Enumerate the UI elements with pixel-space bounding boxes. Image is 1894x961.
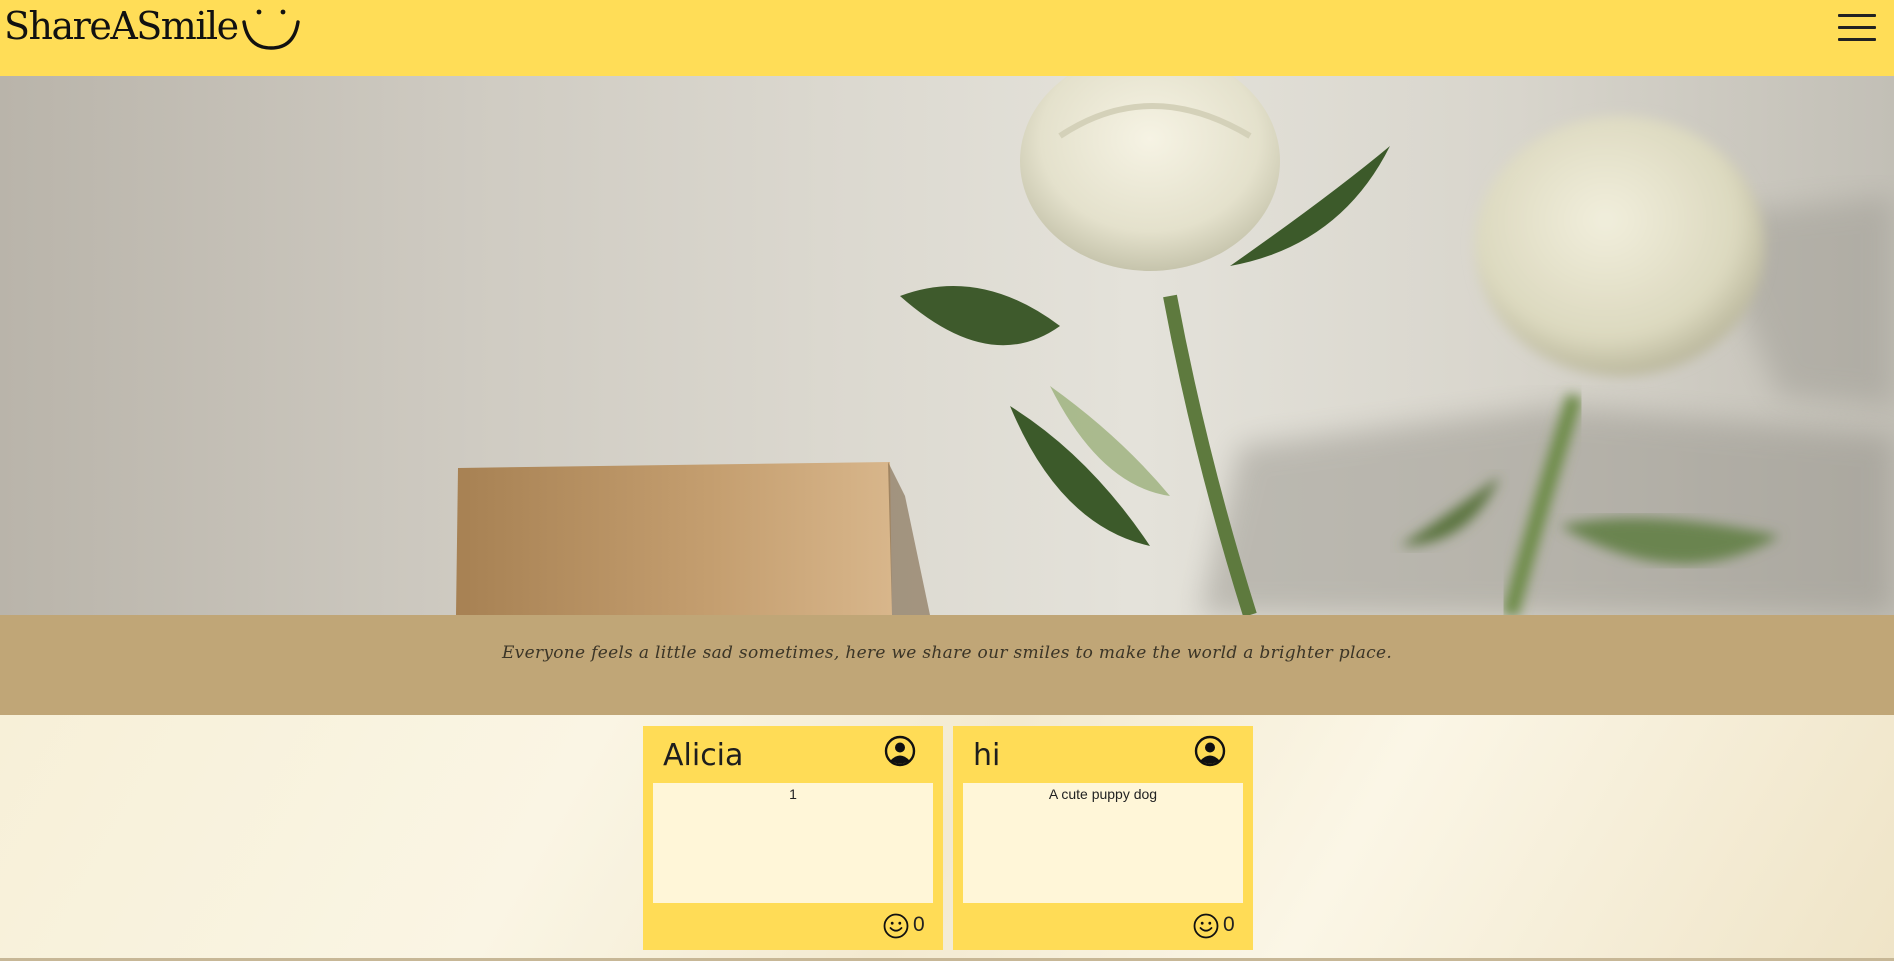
smile-count: 0 — [1223, 913, 1235, 936]
card-message: A cute puppy dog — [963, 783, 1243, 903]
smile-icon[interactable] — [1193, 913, 1219, 939]
hero-image — [0, 76, 1894, 615]
hero-illustration — [456, 76, 1894, 615]
smile-card: hi A cute puppy dog 0 — [953, 726, 1253, 950]
site-header: ShareASmile — [0, 0, 1894, 76]
tagline-banner: Everyone feels a little sad sometimes, h… — [0, 615, 1894, 715]
smile-icon[interactable] — [883, 913, 909, 939]
user-circle-icon[interactable] — [1194, 735, 1226, 767]
card-message: 1 — [653, 783, 933, 903]
smile-count: 0 — [913, 913, 925, 936]
tagline-text: Everyone feels a little sad sometimes, h… — [501, 643, 1393, 663]
card-author-name: Alicia — [663, 738, 744, 773]
logo[interactable]: ShareASmile — [4, 0, 302, 52]
smile-icon — [241, 9, 300, 50]
hamburger-menu-icon[interactable] — [1838, 12, 1876, 44]
logo-text: ShareASmile — [4, 4, 239, 48]
smile-card: Alicia 1 0 — [643, 726, 943, 950]
smiles-section: Alicia 1 0 hi A cute puppy dog 0 — [0, 715, 1894, 961]
user-circle-icon[interactable] — [884, 735, 916, 767]
card-author-name: hi — [973, 738, 1001, 773]
